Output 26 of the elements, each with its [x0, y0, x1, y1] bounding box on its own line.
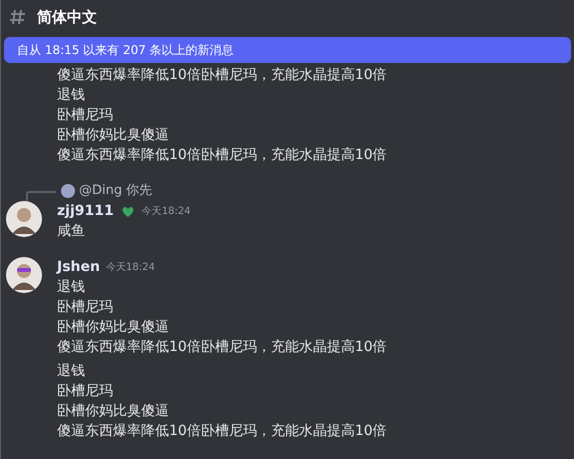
message-text: 退钱 [57, 86, 85, 105]
message-text: 傻逼东西爆率降低10倍卧槽尼玛，充能水晶提高10倍 [57, 422, 387, 441]
reply-avatar-icon [61, 184, 75, 198]
message-text: 卧槽你妈比臭傻逼 [57, 318, 169, 337]
message-text: 傻逼东西爆率降低10倍卧槽尼玛，充能水晶提高10倍 [57, 146, 387, 165]
message-text: 咸鱼 [57, 222, 85, 241]
message-text: 傻逼东西爆率降低10倍卧槽尼玛，充能水晶提高10倍 [57, 66, 387, 85]
reply-connector [26, 191, 56, 201]
message-text: 卧槽你妈比臭傻逼 [57, 402, 169, 421]
timestamp: 今天18:24 [106, 260, 155, 274]
message-text: 卧槽尼玛 [57, 106, 113, 125]
author-name[interactable]: zjj9111 [57, 200, 114, 222]
avatar[interactable] [6, 201, 42, 237]
reply-text: 你先 [126, 182, 152, 200]
message-text: 卧槽你妈比臭傻逼 [57, 126, 169, 145]
reply-author[interactable]: @Ding [79, 181, 122, 201]
message-text: 卧槽尼玛 [57, 298, 113, 317]
channel-title: 简体中文 [37, 6, 97, 28]
timestamp: 今天18:24 [142, 204, 191, 218]
message-text: 傻逼东西爆率降低10倍卧槽尼玛，充能水晶提高10倍 [57, 338, 387, 357]
message-text: 退钱 [57, 362, 85, 381]
message-text: 卧槽尼玛 [57, 382, 113, 401]
author-name[interactable]: Jshen [57, 256, 100, 278]
avatar[interactable] [6, 257, 42, 293]
message-text: 退钱 [57, 278, 85, 297]
new-messages-banner[interactable]: 自从 18:15 以来有 207 条以上的新消息 [4, 37, 571, 63]
